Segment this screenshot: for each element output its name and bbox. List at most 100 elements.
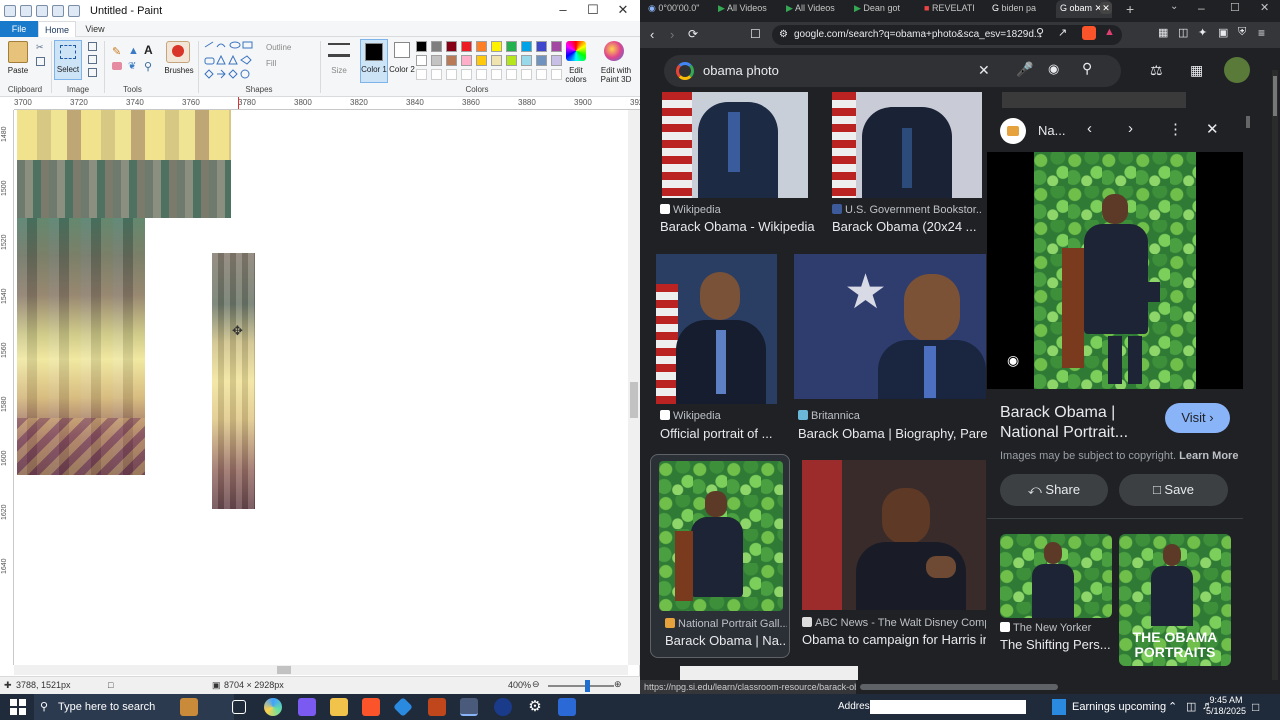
panel-scrollbar[interactable] xyxy=(1245,110,1251,670)
result-title-6[interactable]: Obama to campaign for Harris in fi xyxy=(802,632,986,647)
palette-swatch[interactable] xyxy=(506,41,517,52)
forward-icon[interactable]: › xyxy=(670,27,674,42)
undo-icon[interactable] xyxy=(36,4,48,17)
leo-ai-icon[interactable]: ✦ xyxy=(1198,26,1207,39)
size-button-label[interactable]: Size xyxy=(324,66,354,75)
search-query[interactable]: obama photo xyxy=(703,63,779,78)
search-icon[interactable]: ⚲ xyxy=(1082,60,1092,77)
more-options-icon[interactable]: ⋮ xyxy=(1168,120,1183,138)
result-card-5-selected[interactable]: National Portrait Gall... Barack Obama |… xyxy=(650,454,790,658)
clock-date[interactable]: 5/18/2025 xyxy=(1204,706,1248,716)
cut-icon[interactable]: ✂ xyxy=(36,42,46,52)
next-result-image[interactable] xyxy=(680,666,858,680)
horizontal-scrollbar[interactable] xyxy=(14,665,628,675)
clock-time[interactable]: 9:45 AM xyxy=(1206,695,1246,705)
app-icon[interactable] xyxy=(298,698,316,716)
extensions-icon[interactable]: ▦ xyxy=(1158,26,1168,39)
crop-icon[interactable] xyxy=(88,42,97,51)
palette-swatch[interactable] xyxy=(476,55,487,66)
result-image-4[interactable]: ★ xyxy=(794,254,986,399)
url-text[interactable]: google.com/search?q=obama+photo&sca_esv=… xyxy=(794,29,1042,40)
brave-rewards-icon[interactable]: ▲ xyxy=(1104,26,1115,38)
paint-taskbar-icon[interactable] xyxy=(460,698,478,716)
size-icon[interactable] xyxy=(328,43,350,57)
palette-swatch[interactable] xyxy=(521,55,532,66)
paint3d-icon[interactable] xyxy=(604,41,624,61)
result-source-4[interactable]: Britannica xyxy=(798,410,860,422)
custom-color-slot[interactable] xyxy=(506,69,517,80)
task-view-icon[interactable] xyxy=(232,700,246,714)
paint-canvas[interactable]: ✥ xyxy=(14,110,628,665)
result-source-5[interactable]: National Portrait Gall... xyxy=(665,618,787,630)
result-image-1[interactable] xyxy=(662,92,808,198)
text-icon[interactable]: A xyxy=(144,43,153,57)
close-icon[interactable]: ✕ xyxy=(1260,1,1269,14)
preview-image[interactable] xyxy=(1034,152,1196,389)
notification-icon[interactable]: □ xyxy=(1252,700,1259,714)
pencil-icon[interactable]: ✎ xyxy=(112,45,121,58)
paste-button-label[interactable]: Paste xyxy=(4,66,32,75)
related-image-2[interactable]: THE OBAMA PORTRAITS xyxy=(1119,534,1231,666)
custom-color-slot[interactable] xyxy=(416,69,427,80)
panel-source[interactable]: Na... xyxy=(1038,123,1065,138)
avatar[interactable] xyxy=(1224,57,1250,83)
tab-search-icon[interactable]: ⌄ xyxy=(1170,1,1178,12)
palette-swatch[interactable] xyxy=(431,41,442,52)
google-search-box[interactable]: obama photo ✕ 🎤 ◉ ⚲ xyxy=(664,55,1121,87)
vertical-scrollbar[interactable] xyxy=(628,110,640,665)
result-source-2[interactable]: U.S. Government Bookstor... xyxy=(832,204,982,216)
news-widget[interactable]: Earnings upcoming xyxy=(1072,701,1166,713)
palette-swatch[interactable] xyxy=(521,41,532,52)
select-button-label[interactable]: Select xyxy=(54,65,82,74)
palette-swatch[interactable] xyxy=(431,55,442,66)
maximize-icon[interactable]: ☐ xyxy=(578,0,608,21)
start-button[interactable] xyxy=(10,699,26,715)
reload-icon[interactable]: ⟳ xyxy=(688,27,698,41)
vscode-icon[interactable] xyxy=(393,697,413,717)
customize-icon[interactable] xyxy=(68,4,80,17)
tab-revelation[interactable]: ■ REVELATI xyxy=(924,0,988,18)
game-icon[interactable] xyxy=(428,698,446,716)
palette-swatch[interactable] xyxy=(446,55,457,66)
eraser-icon[interactable] xyxy=(112,62,122,70)
custom-color-slot[interactable] xyxy=(476,69,487,80)
tab-file[interactable]: File xyxy=(0,21,38,37)
fill-bucket-icon[interactable]: ▲ xyxy=(128,45,139,57)
back-icon[interactable]: ‹ xyxy=(650,27,654,42)
search-highlight-icon[interactable] xyxy=(180,698,198,716)
vertical-scroll-thumb[interactable] xyxy=(630,382,638,418)
fill-button[interactable]: Fill xyxy=(266,59,316,68)
color2-label[interactable]: Color 2 xyxy=(388,65,416,74)
save-icon[interactable] xyxy=(20,4,32,17)
taskbar-search-box[interactable]: ⚲ Type here to search xyxy=(34,694,234,720)
palette-swatch[interactable] xyxy=(536,55,547,66)
network-icon[interactable]: ◫ xyxy=(1186,700,1196,713)
result-title-4[interactable]: Barack Obama | Biography, Parents xyxy=(798,426,988,441)
show-hidden-icons[interactable]: ⌃ xyxy=(1168,700,1177,713)
palette-swatch[interactable] xyxy=(461,55,472,66)
lens-icon[interactable]: ◉ xyxy=(1007,352,1019,369)
tab-close-icon[interactable]: ✕ xyxy=(1100,2,1112,14)
custom-color-slot[interactable] xyxy=(461,69,472,80)
brave-shields-icon[interactable] xyxy=(1082,26,1096,40)
settings-icon[interactable]: ⚙ xyxy=(526,698,544,716)
custom-color-slot[interactable] xyxy=(431,69,442,80)
voice-search-icon[interactable]: 🎤 xyxy=(1016,61,1033,78)
custom-color-slot[interactable] xyxy=(446,69,457,80)
result-source-1[interactable]: Wikipedia xyxy=(660,204,721,216)
related-source-1[interactable]: The New Yorker xyxy=(1000,622,1112,634)
color1-label[interactable]: Color 1 xyxy=(360,65,388,74)
sidebar-icon[interactable]: ◫ xyxy=(1178,26,1188,39)
visit-button[interactable]: Visit › xyxy=(1165,403,1230,433)
page-scroll-thumb[interactable] xyxy=(1273,76,1277,116)
palette-swatch[interactable] xyxy=(446,41,457,52)
edit-colors-icon[interactable] xyxy=(566,41,586,61)
zoom-out-icon[interactable]: ⊖ xyxy=(532,679,540,690)
paint3d-label[interactable]: Edit with Paint 3D xyxy=(596,66,636,84)
color1-button[interactable] xyxy=(360,39,388,83)
tab-view[interactable]: View xyxy=(76,21,114,37)
zoom-slider-thumb[interactable] xyxy=(585,680,590,692)
result-source-6[interactable]: ABC News - The Walt Disney Compa xyxy=(802,617,986,629)
copilot-icon[interactable] xyxy=(264,698,282,716)
vpn-icon[interactable]: ⛨ xyxy=(1238,26,1246,39)
